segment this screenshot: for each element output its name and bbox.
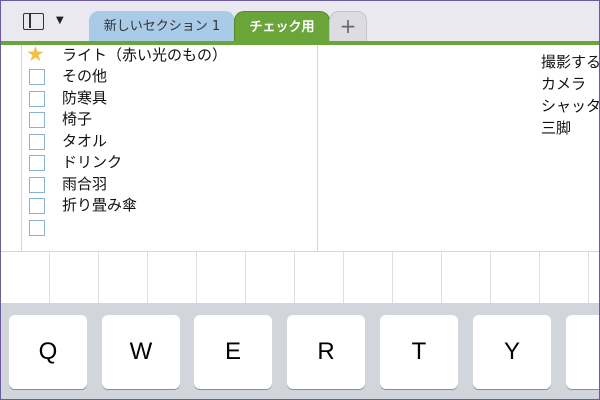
tab-check[interactable]: チェック用	[234, 11, 330, 42]
list-item-label: ドリンク	[62, 153, 123, 171]
grid-line	[147, 252, 148, 304]
grid-line	[343, 252, 344, 304]
on-screen-keyboard: Q W E R T Y	[1, 303, 599, 399]
list-item[interactable]: 三脚	[541, 117, 599, 139]
list-item-label: ライト（赤い光のもの）	[62, 46, 228, 64]
list-item[interactable]: 防寒具	[29, 88, 309, 110]
tab-new-section-1[interactable]: 新しいセクション 1	[89, 11, 235, 42]
list-item[interactable]: ドリンク	[29, 152, 309, 174]
column-divider	[21, 45, 22, 251]
list-item[interactable]: シャッタ	[541, 95, 599, 117]
page-grid	[1, 251, 599, 304]
list-item-label: 雨合羽	[62, 175, 108, 193]
list-item-label: タオル	[62, 132, 108, 150]
note-page[interactable]: ★ ライト（赤い光のもの） その他 防寒具 椅子 タオル ドリンク 雨合羽 折り…	[1, 43, 599, 251]
list-item[interactable]: 撮影する	[541, 51, 599, 73]
right-column-list: 撮影する カメラ シャッタ 三脚	[541, 51, 599, 139]
key-q[interactable]: Q	[9, 315, 87, 389]
checkbox[interactable]	[29, 91, 45, 107]
list-item-label: その他	[62, 67, 108, 85]
list-item-label: 椅子	[62, 110, 93, 128]
grid-line	[245, 252, 246, 304]
key-y[interactable]: Y	[473, 315, 551, 389]
list-item-label: 折り畳み傘	[62, 196, 138, 214]
key-t[interactable]: T	[380, 315, 458, 389]
star-icon[interactable]: ★	[26, 43, 45, 65]
grid-line	[441, 252, 442, 304]
sidebar-toggle-icon[interactable]	[23, 13, 49, 32]
grid-line	[294, 252, 295, 304]
key-e[interactable]: E	[194, 315, 272, 389]
column-divider	[317, 45, 318, 251]
section-tab-bar: ▼ 新しいセクション 1 チェック用 +	[1, 1, 599, 42]
list-item[interactable]: カメラ	[541, 73, 599, 95]
checkbox[interactable]	[29, 220, 45, 236]
key-u[interactable]	[566, 315, 599, 389]
checkbox[interactable]	[29, 112, 45, 128]
chevron-down-icon[interactable]: ▼	[56, 15, 64, 26]
checkbox[interactable]	[29, 177, 45, 193]
grid-line	[98, 252, 99, 304]
grid-line	[588, 252, 589, 304]
app-window: ▼ 新しいセクション 1 チェック用 + ★ ライト（赤い光のもの） その他 防…	[0, 0, 600, 400]
checkbox[interactable]	[29, 155, 45, 171]
list-item-label: 防寒具	[62, 89, 108, 107]
key-w[interactable]: W	[102, 315, 180, 389]
grid-line	[539, 252, 540, 304]
grid-line	[490, 252, 491, 304]
checkbox[interactable]	[29, 69, 45, 85]
list-item[interactable]: その他	[29, 66, 309, 88]
grid-line	[196, 252, 197, 304]
add-section-button[interactable]: +	[329, 11, 367, 42]
checkbox[interactable]	[29, 134, 45, 150]
grid-line	[49, 252, 50, 304]
key-r[interactable]: R	[287, 315, 365, 389]
list-item[interactable]: 椅子	[29, 109, 309, 131]
list-item[interactable]	[29, 217, 309, 239]
checkbox[interactable]	[29, 198, 45, 214]
list-item[interactable]: 雨合羽	[29, 174, 309, 196]
grid-line	[392, 252, 393, 304]
list-item[interactable]: 折り畳み傘	[29, 195, 309, 217]
list-item[interactable]: タオル	[29, 131, 309, 153]
list-item[interactable]: ★ ライト（赤い光のもの）	[26, 43, 309, 67]
